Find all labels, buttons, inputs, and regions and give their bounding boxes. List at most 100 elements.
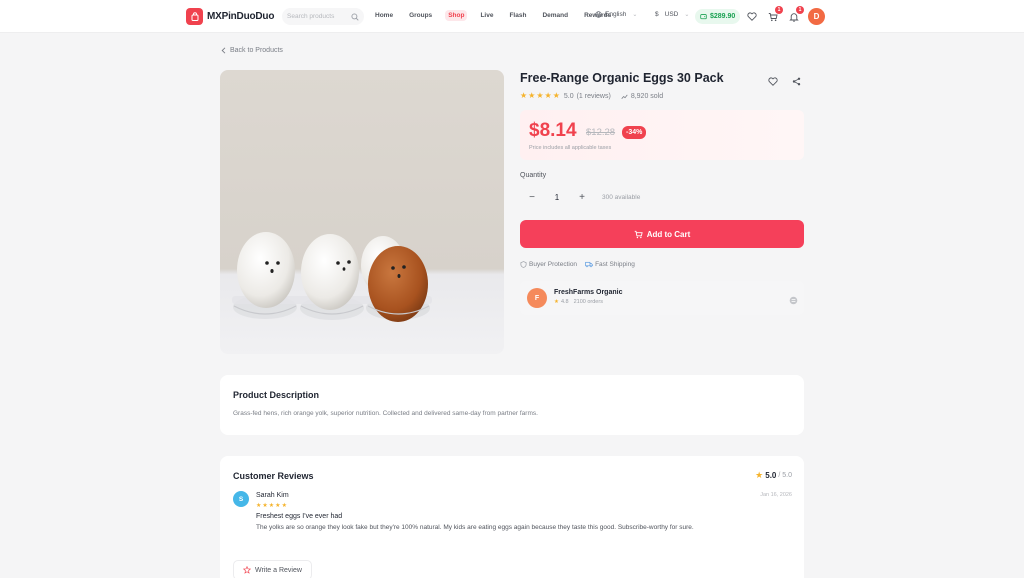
nav-flash[interactable]: Flash	[506, 10, 529, 21]
user-avatar[interactable]: D	[808, 8, 825, 25]
chevron-down-icon: ⌄	[684, 12, 690, 18]
reviews-heading: Customer Reviews	[233, 471, 314, 481]
product-description-card: Product Description Grass-fed hens, rich…	[220, 375, 804, 435]
overall-rating: ★ 5.0 / 5.0	[755, 470, 792, 481]
buyer-protection: Buyer Protection	[520, 261, 577, 268]
heart-icon	[746, 12, 757, 21]
nav-shop[interactable]: Shop	[445, 10, 468, 21]
quantity-value[interactable]: 1	[544, 193, 570, 202]
currency-label: USD	[664, 11, 679, 18]
store-icon[interactable]	[789, 292, 798, 310]
nav-home[interactable]: Home	[372, 10, 396, 21]
search-input[interactable]	[287, 13, 347, 20]
description-heading: Product Description	[233, 390, 320, 400]
brand-logo[interactable]: MXPinDuoDuo	[186, 8, 274, 25]
original-price: $12.28	[586, 127, 616, 138]
fast-shipping: Fast Shipping	[585, 261, 635, 268]
cart-icon	[634, 230, 643, 238]
available-stock: 300 available	[602, 193, 641, 201]
shopping-bag-icon	[186, 8, 203, 25]
review-date: Jan 16, 2026	[760, 492, 792, 498]
rating-stars: ★ ★ ★ ★ ★	[520, 92, 560, 100]
search-box[interactable]	[282, 8, 364, 25]
star-icon: ★	[528, 91, 536, 100]
overall-rating-value: 5.0	[765, 471, 777, 480]
chevron-left-icon	[221, 47, 226, 54]
top-header: MXPinDuoDuo Home Groups Shop Live Flash …	[0, 0, 1024, 33]
nav-groups[interactable]: Groups	[406, 10, 435, 21]
overall-rating-max: / 5.0	[778, 472, 792, 479]
add-to-cart-button[interactable]: Add to Cart	[520, 220, 804, 248]
heart-icon	[768, 77, 778, 86]
review-stars: ★ ★ ★ ★ ★	[256, 503, 287, 509]
eggs-photo	[232, 232, 432, 322]
dollar-icon: $	[655, 11, 659, 18]
customer-reviews-card: Customer Reviews ★ 5.0 / 5.0 S Sarah Kim…	[220, 456, 804, 578]
star-icon: ★	[755, 470, 764, 480]
sold-count: 8,920 sold	[621, 93, 663, 100]
cart-button[interactable]: 1	[766, 6, 783, 23]
star-icon: ★	[262, 503, 268, 509]
star-icon: ★	[554, 299, 559, 305]
add-to-cart-label: Add to Cart	[646, 229, 691, 239]
language-selector[interactable]: English ⌄	[595, 11, 640, 18]
star-icon: ★	[256, 503, 262, 509]
write-review-button[interactable]: Write a Review	[233, 560, 312, 578]
notification-count-badge: 1	[796, 6, 804, 14]
wallet-balance[interactable]: $289.90	[695, 9, 741, 24]
review-count[interactable]: (1 reviews)	[577, 93, 611, 100]
star-icon: ★	[520, 91, 528, 100]
increase-quantity-button[interactable]: +	[570, 190, 594, 204]
brand-name: MXPinDuoDuo	[207, 11, 275, 22]
decrease-quantity-button[interactable]: −	[520, 190, 544, 204]
share-button[interactable]	[792, 73, 801, 91]
seller-rating: 4.8	[560, 299, 569, 305]
back-to-products-link[interactable]: Back to Products	[221, 47, 283, 54]
shield-icon	[520, 261, 527, 268]
reviewer-name: Sarah Kim	[256, 492, 289, 499]
notifications-button[interactable]: 1	[787, 6, 804, 23]
rating-row: ★ ★ ★ ★ ★ 5.0 (1 reviews) 8,920 sold	[520, 92, 663, 100]
star-icon: ★	[268, 503, 275, 509]
current-price: $8.14	[529, 120, 577, 141]
tax-note: Price includes all applicable taxes	[529, 145, 612, 151]
review-title: Freshest eggs I've ever had	[256, 513, 343, 520]
star-icon: ★	[281, 503, 287, 509]
search-icon[interactable]	[351, 12, 359, 21]
write-review-label: Write a Review	[255, 566, 302, 574]
star-icon: ★	[536, 91, 544, 100]
trend-icon	[621, 94, 628, 99]
perk-label: Buyer Protection	[529, 261, 578, 268]
nav-live[interactable]: Live	[477, 10, 496, 21]
seller-meta: ★ 4.8 2100 orders	[554, 299, 608, 305]
rating-value: 5.0	[563, 92, 574, 100]
favorite-button[interactable]	[768, 73, 778, 91]
globe-icon	[595, 11, 602, 18]
seller-orders: 2100 orders	[573, 299, 603, 305]
seller-card[interactable]: F FreshFarms Organic ★ 4.8 2100 orders	[520, 281, 804, 315]
wallet-icon	[700, 14, 707, 20]
star-icon: ★	[552, 91, 560, 100]
star-icon: ★	[544, 91, 552, 100]
cart-count-badge: 1	[775, 6, 783, 14]
truck-icon	[585, 261, 593, 268]
description-text: Grass-fed hens, rich orange yolk, superi…	[233, 410, 538, 417]
wishlist-button[interactable]	[745, 10, 758, 23]
star-icon: ★	[275, 503, 281, 509]
price-box: $8.14 $12.28 -34% Price includes all app…	[520, 110, 804, 160]
discount-badge: -34%	[622, 126, 647, 139]
product-image	[220, 70, 504, 354]
perks: Buyer Protection Fast Shipping	[520, 261, 635, 268]
product-actions	[768, 73, 801, 91]
nav-demand[interactable]: Demand	[539, 10, 571, 21]
sold-label: 8,920 sold	[630, 92, 664, 100]
share-icon	[792, 77, 801, 86]
seller-avatar: F	[527, 288, 547, 308]
currency-selector[interactable]: $ USD ⌄	[652, 11, 692, 18]
seller-name: FreshFarms Organic	[554, 289, 623, 296]
main-nav: Home Groups Shop Live Flash Demand Rewar…	[372, 10, 624, 21]
language-label: English	[605, 11, 627, 18]
quantity-stepper: − 1 + 300 available	[520, 190, 640, 204]
back-link-label: Back to Products	[230, 47, 283, 54]
star-outline-icon	[243, 566, 251, 574]
